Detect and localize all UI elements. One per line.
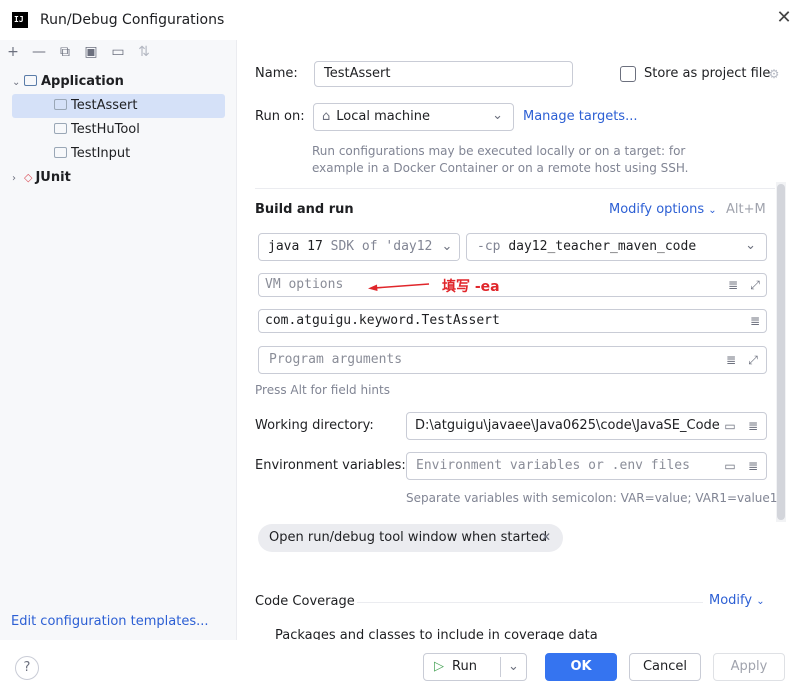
working-directory-value: D:\atguigu\javaee\Java0625\code\JavaSE_C… <box>415 418 720 433</box>
store-project-label: Store as project file <box>644 66 771 81</box>
divider <box>357 602 703 603</box>
classpath-module: day12_teacher_maven_code <box>508 239 697 254</box>
vm-options-placeholder: VM options <box>265 277 344 292</box>
name-label: Name: <box>255 66 298 81</box>
tree-item-testhutool[interactable]: TestHuTool <box>12 118 225 142</box>
main-class-field[interactable]: com.atguigu.keyword.TestAssert <box>258 309 767 333</box>
list-icon[interactable]: ≣ <box>748 314 762 328</box>
environment-variables-label: Environment variables: <box>255 458 406 473</box>
run-on-label: Run on: <box>255 109 305 124</box>
chevron-down-icon: ⌄ <box>756 596 765 607</box>
name-value: TestAssert <box>324 66 391 81</box>
chip-label: Open run/debug tool window when started <box>269 530 548 545</box>
chevron-right-icon[interactable]: › <box>12 167 24 191</box>
tree-item-label: Application <box>41 74 124 89</box>
sdk-version: java 17 <box>268 239 323 254</box>
help-button[interactable]: ? <box>15 656 39 680</box>
ok-button[interactable]: OK <box>545 653 617 681</box>
chevron-down-icon: ⌄ <box>708 205 717 216</box>
main-class-value: com.atguigu.keyword.TestAssert <box>265 313 500 328</box>
classpath-select[interactable]: -cp day12_teacher_maven_code ⌄ <box>466 233 767 261</box>
sdk-select[interactable]: java 17 SDK of 'day12 ⌄ <box>258 233 460 261</box>
code-coverage-title: Code Coverage <box>255 594 355 609</box>
tool-window-option-chip[interactable]: Open run/debug tool window when started … <box>258 524 563 552</box>
vm-options-field[interactable]: VM options <box>258 273 767 297</box>
application-icon <box>24 75 37 86</box>
window-title: Run/Debug Configurations <box>40 12 225 28</box>
annotation-arrow-icon <box>368 283 430 291</box>
list-icon[interactable]: ≣ <box>746 459 760 473</box>
program-arguments-field[interactable]: Program arguments <box>258 346 767 374</box>
modify-options-shortcut: Alt+M <box>726 202 766 217</box>
folder-icon[interactable]: ▭ <box>723 419 737 433</box>
run-button-label: Run <box>452 659 477 674</box>
close-icon[interactable]: ✕ <box>774 8 794 28</box>
manage-targets-link[interactable]: Manage targets... <box>523 109 637 124</box>
working-directory-label: Working directory: <box>255 418 374 433</box>
add-icon[interactable]: + <box>5 44 21 60</box>
divider <box>255 188 775 189</box>
modify-options-label: Modify options <box>609 202 705 217</box>
name-field[interactable]: TestAssert <box>314 61 573 87</box>
build-run-title: Build and run <box>255 202 354 217</box>
working-directory-field[interactable]: D:\atguigu\javaee\Java0625\code\JavaSE_C… <box>406 412 767 440</box>
chevron-down-icon: ⌄ <box>745 238 756 253</box>
run-icon: ▷ <box>434 659 444 674</box>
divider <box>500 657 501 677</box>
save-icon[interactable]: ▣ <box>83 44 99 60</box>
tree-item-testassert[interactable]: TestAssert <box>12 94 225 118</box>
tree-item-application[interactable]: ⌄ Application <box>12 70 225 94</box>
scrollbar-thumb[interactable] <box>777 184 785 520</box>
run-on-value: Local machine <box>336 109 430 124</box>
field-hints-text: Press Alt for field hints <box>255 383 390 397</box>
environment-variables-hint: Separate variables with semicolon: VAR=v… <box>406 491 778 505</box>
new-folder-icon[interactable]: ▭ <box>110 44 126 60</box>
chevron-down-icon[interactable]: ⌄ <box>508 654 519 680</box>
edit-templates-link[interactable]: Edit configuration templates... <box>11 614 209 629</box>
environment-variables-placeholder: Environment variables or .env files <box>416 458 690 473</box>
tree-item-junit[interactable]: › ◇ JUnit <box>12 166 225 190</box>
cancel-button[interactable]: Cancel <box>629 653 701 681</box>
vm-options-annotation: 填写 -ea <box>442 279 500 295</box>
list-icon[interactable]: ≣ <box>724 353 738 367</box>
application-config-icon <box>54 123 67 134</box>
chevron-down-icon[interactable]: ⌄ <box>12 71 24 95</box>
copy-icon[interactable]: ⧉ <box>57 44 73 60</box>
apply-button[interactable]: Apply <box>713 653 785 681</box>
tree-item-testinput[interactable]: TestInput <box>12 142 225 166</box>
gear-icon[interactable]: ⚙ <box>767 67 781 81</box>
coverage-modify-label: Modify <box>709 593 753 608</box>
run-on-hint-line-1: Run configurations may be executed local… <box>312 144 686 158</box>
tree-item-label: TestInput <box>71 146 131 161</box>
coverage-modify-link[interactable]: Modify ⌄ <box>709 593 765 608</box>
program-arguments-placeholder: Program arguments <box>269 352 403 367</box>
list-icon[interactable]: ≣ <box>746 419 760 433</box>
classpath-prefix: -cp <box>477 239 501 254</box>
application-config-icon <box>54 147 67 158</box>
tree-item-label: TestHuTool <box>71 122 140 137</box>
sdk-detail: SDK of 'day12 <box>330 239 433 254</box>
modify-options-link[interactable]: Modify options ⌄ <box>609 202 717 217</box>
run-on-select[interactable]: ⌂ Local machine ⌄ <box>313 103 514 131</box>
folder-icon[interactable]: ▭ <box>723 459 737 473</box>
list-icon[interactable]: ≣ <box>726 278 740 292</box>
expand-icon[interactable]: ⤢ <box>748 278 762 292</box>
chevron-down-icon: ⌄ <box>492 108 503 123</box>
junit-icon: ◇ <box>24 171 33 184</box>
run-on-hint-line-2: example in a Docker Container or on a re… <box>312 161 689 175</box>
store-project-checkbox[interactable] <box>620 66 636 82</box>
close-icon[interactable]: ✕ <box>541 530 551 544</box>
intellij-logo: IJ <box>12 12 28 28</box>
run-button[interactable]: ▷ Run ⌄ <box>423 653 527 681</box>
tree-item-label: JUnit <box>35 170 71 185</box>
remove-icon[interactable]: — <box>31 44 47 60</box>
application-config-icon <box>54 99 67 110</box>
chevron-down-icon: ⌄ <box>435 234 459 260</box>
home-icon: ⌂ <box>322 109 331 124</box>
sort-icon[interactable]: ⇅ <box>136 44 152 60</box>
tree-item-label: TestAssert <box>71 98 138 113</box>
expand-icon[interactable]: ⤢ <box>746 353 760 367</box>
environment-variables-field[interactable]: Environment variables or .env files <box>406 452 767 480</box>
